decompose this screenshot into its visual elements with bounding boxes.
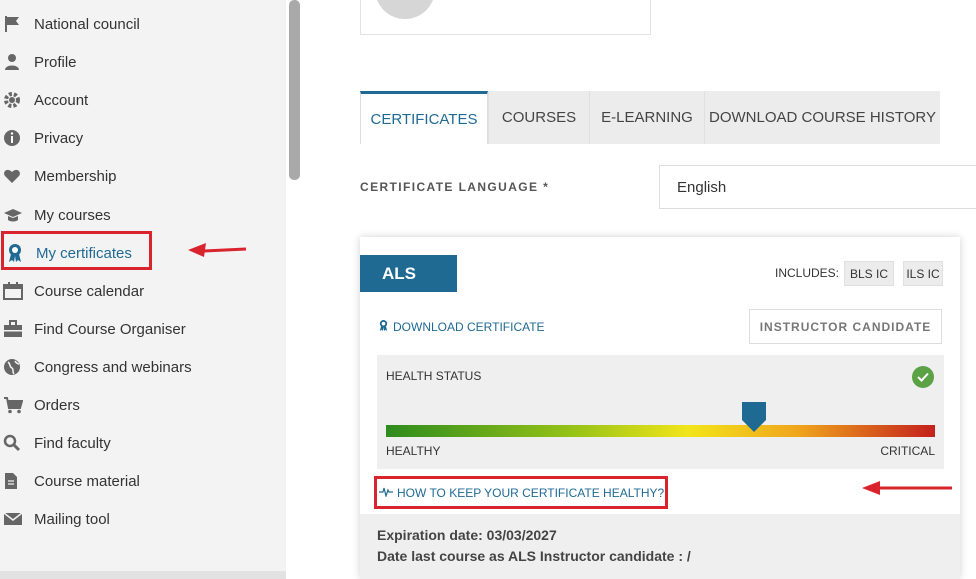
certificate-language-select[interactable]: English bbox=[659, 165, 976, 209]
sidebar-item-privacy[interactable]: Privacy bbox=[0, 123, 83, 153]
certificate-card: ALS INCLUDES: BLS IC ILS IC DOWNLOAD CER… bbox=[360, 237, 960, 579]
sidebar-item-label: Course material bbox=[34, 472, 140, 490]
includes-badge: ILS IC bbox=[903, 261, 943, 286]
check-icon bbox=[912, 366, 934, 388]
tab-download-course-history[interactable]: DOWNLOAD COURSE HISTORY bbox=[704, 91, 940, 144]
sidebar-item-account[interactable]: Account bbox=[0, 85, 88, 115]
scrollbar-thumb[interactable] bbox=[289, 0, 300, 180]
sidebar-item-label: Congress and webinars bbox=[34, 358, 192, 376]
document-icon bbox=[0, 472, 34, 490]
sidebar-item-label: National council bbox=[34, 15, 140, 33]
sidebar-item-membership[interactable]: Membership bbox=[0, 161, 117, 191]
sidebar-item-national-council[interactable]: National council bbox=[0, 9, 140, 39]
certificate-details: Expiration date: 03/03/2027 Date last co… bbox=[360, 514, 960, 579]
annotation-arrow-left-icon bbox=[862, 481, 952, 495]
last-course-date: Date last course as ALS Instructor candi… bbox=[377, 548, 691, 564]
certificate-name: ALS bbox=[360, 255, 457, 292]
annotation-arrow-left-icon bbox=[188, 243, 247, 257]
download-certificate-link[interactable]: DOWNLOAD CERTIFICATE bbox=[378, 319, 545, 335]
user-icon bbox=[0, 53, 34, 71]
tab-e-learning[interactable]: E-LEARNING bbox=[589, 91, 704, 144]
sidebar-item-label: Course calendar bbox=[34, 282, 145, 300]
sidebar-item-label: Mailing tool bbox=[34, 510, 110, 528]
health-healthy-label: HEALTHY bbox=[386, 444, 441, 458]
sidebar-item-course-calendar[interactable]: Course calendar bbox=[0, 276, 144, 306]
tab-courses[interactable]: COURSES bbox=[488, 91, 589, 144]
sidebar-item-course-material[interactable]: Course material bbox=[0, 466, 140, 496]
heart-icon bbox=[0, 167, 34, 185]
sidebar-footer bbox=[0, 571, 286, 579]
sidebar-item-my-courses[interactable]: My courses bbox=[0, 200, 111, 230]
tab-certificates[interactable]: CERTIFICATES bbox=[360, 91, 488, 144]
sidebar-item-find-faculty[interactable]: Find faculty bbox=[0, 428, 111, 458]
envelope-icon bbox=[0, 511, 34, 527]
highlight-box-my-certificates bbox=[1, 231, 152, 270]
graduation-cap-icon bbox=[0, 206, 34, 224]
expiration-date: Expiration date: 03/03/2027 bbox=[377, 527, 557, 543]
sidebar-item-label: Profile bbox=[34, 53, 77, 71]
sidebar-item-orders[interactable]: Orders bbox=[0, 390, 80, 420]
profile-avatar-card bbox=[360, 0, 651, 35]
briefcase-icon bbox=[0, 320, 34, 338]
tab-bar: CERTIFICATES COURSES E-LEARNING DOWNLOAD… bbox=[360, 91, 940, 144]
sidebar-item-label: Account bbox=[34, 91, 89, 109]
sidebar-item-label: Find faculty bbox=[34, 434, 111, 452]
includes-label: INCLUDES: bbox=[775, 266, 840, 280]
sidebar-item-find-course-organiser[interactable]: Find Course Organiser bbox=[0, 314, 186, 344]
sidebar-item-label: Orders bbox=[34, 396, 80, 414]
health-gradient-bar bbox=[386, 425, 935, 437]
flag-icon bbox=[0, 15, 34, 33]
role-badge: INSTRUCTOR CANDIDATE bbox=[749, 309, 942, 344]
certificate-language-label: CERTIFICATE LANGUAGE * bbox=[360, 180, 550, 194]
info-icon bbox=[0, 129, 34, 147]
download-certificate-label: DOWNLOAD CERTIFICATE bbox=[393, 320, 545, 334]
sidebar-item-profile[interactable]: Profile bbox=[0, 47, 77, 77]
gear-icon bbox=[0, 91, 34, 109]
health-marker-icon bbox=[741, 402, 766, 432]
includes-badge: BLS IC bbox=[844, 261, 894, 286]
sidebar-item-label: My courses bbox=[34, 206, 111, 224]
health-status-panel: HEALTH STATUS HEALTHY CRITICAL bbox=[377, 355, 944, 469]
highlight-box-keep-healthy bbox=[374, 476, 668, 509]
sidebar-item-label: Privacy bbox=[34, 129, 84, 147]
sidebar-item-mailing-tool[interactable]: Mailing tool bbox=[0, 504, 110, 534]
cart-icon bbox=[0, 396, 34, 414]
health-critical-label: CRITICAL bbox=[880, 444, 935, 458]
sidebar-item-congress-webinars[interactable]: Congress and webinars bbox=[0, 352, 192, 382]
ribbon-icon bbox=[378, 319, 389, 335]
globe-icon bbox=[0, 358, 34, 376]
calendar-icon bbox=[0, 282, 34, 300]
search-icon bbox=[0, 434, 34, 452]
avatar bbox=[375, 0, 435, 19]
sidebar-item-label: Membership bbox=[34, 167, 117, 185]
sidebar-item-label: Find Course Organiser bbox=[34, 320, 186, 338]
health-status-title: HEALTH STATUS bbox=[386, 369, 482, 383]
